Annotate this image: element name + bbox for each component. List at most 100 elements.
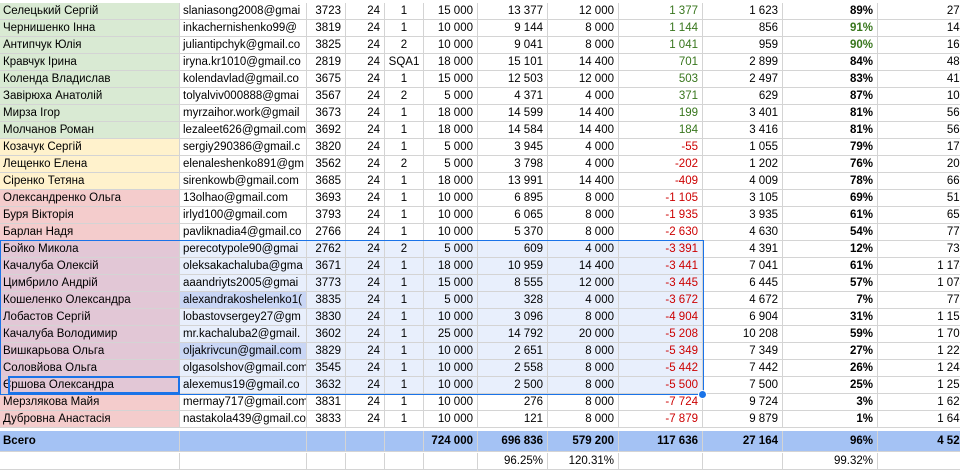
cell-pct[interactable]: 81% (783, 105, 878, 122)
cell-cls[interactable]: 1 (385, 71, 424, 88)
cell-email[interactable]: tolyalviv000888@gmai (180, 88, 307, 105)
cell-id[interactable]: 3602 (307, 326, 346, 343)
cell-email[interactable]: sergiy290386@gmail.c (180, 139, 307, 156)
cell-name[interactable]: Буря Вікторія (0, 207, 180, 224)
cell-cls[interactable]: 1 (385, 3, 424, 20)
cell-n24[interactable]: 24 (346, 20, 385, 37)
cell-plan[interactable]: 18 000 (424, 54, 478, 71)
cell-v12[interactable]: 8 000 (548, 37, 619, 54)
cell-fact[interactable]: 9 144 (478, 20, 548, 37)
cell-v12[interactable]: 8 000 (548, 224, 619, 241)
cell-diff[interactable]: -3 672 (619, 292, 703, 309)
cell-e[interactable]: 4 391 (703, 241, 783, 258)
cell-fact[interactable]: 14 599 (478, 105, 548, 122)
cell-diff[interactable]: -3 391 (619, 241, 703, 258)
total-e[interactable]: 27 164 (703, 431, 783, 452)
cell-pct[interactable]: 84% (783, 54, 878, 71)
cell-cls[interactable]: 1 (385, 377, 424, 394)
cell-diff[interactable]: -2 630 (619, 224, 703, 241)
cell-id[interactable]: 3819 (307, 20, 346, 37)
cell-v12[interactable]: 14 400 (548, 105, 619, 122)
cell-n24[interactable]: 24 (346, 377, 385, 394)
percent-e[interactable] (703, 453, 783, 470)
total-fact[interactable]: 696 836 (478, 431, 548, 452)
cell-last[interactable]: 1 250 (878, 377, 960, 394)
cell-pct[interactable]: 87% (783, 88, 878, 105)
cell-e[interactable]: 4 009 (703, 173, 783, 190)
cell-last[interactable]: 1 240 (878, 360, 960, 377)
cell-email[interactable]: olgasolshov@gmail.com (180, 360, 307, 377)
cell-fact[interactable]: 328 (478, 292, 548, 309)
cell-plan[interactable]: 15 000 (424, 275, 478, 292)
cell-last[interactable]: 271 (878, 3, 960, 20)
cell-id[interactable]: 3773 (307, 275, 346, 292)
total-plan[interactable]: 724 000 (424, 431, 478, 452)
cell-v12[interactable]: 4 000 (548, 292, 619, 309)
cell-fact[interactable]: 2 651 (478, 343, 548, 360)
cell-pct[interactable]: 1% (783, 411, 878, 428)
cell-last[interactable]: 176 (878, 139, 960, 156)
cell-e[interactable]: 9 724 (703, 394, 783, 411)
cell-fact[interactable]: 121 (478, 411, 548, 428)
cell-name[interactable]: Чернишенко Інна (0, 20, 180, 37)
cell-n24[interactable]: 24 (346, 275, 385, 292)
cell-fact[interactable]: 6 895 (478, 190, 548, 207)
cell-diff[interactable]: -3 441 (619, 258, 703, 275)
cell-v12[interactable]: 14 400 (548, 258, 619, 275)
cell-fact[interactable]: 15 101 (478, 54, 548, 71)
total-email[interactable] (180, 431, 307, 452)
cell-n24[interactable]: 24 (346, 292, 385, 309)
cell-email[interactable]: aaandriyts2005@gmai (180, 275, 307, 292)
cell-e[interactable]: 3 401 (703, 105, 783, 122)
cell-email[interactable]: slaniasong2008@gmai (180, 3, 307, 20)
cell-name[interactable]: Єршова Олександра (0, 377, 180, 394)
cell-cls[interactable]: 2 (385, 156, 424, 173)
cell-e[interactable]: 4 630 (703, 224, 783, 241)
cell-name[interactable]: Барлан Надя (0, 224, 180, 241)
cell-email[interactable]: iryna.kr1010@gmail.co (180, 54, 307, 71)
cell-n24[interactable]: 24 (346, 88, 385, 105)
cell-n24[interactable]: 24 (346, 156, 385, 173)
cell-e[interactable]: 7 349 (703, 343, 783, 360)
cell-name[interactable]: Качалуба Володимир (0, 326, 180, 343)
cell-last[interactable]: 160 (878, 37, 960, 54)
cell-cls[interactable]: 1 (385, 122, 424, 139)
cell-last[interactable]: 1 621 (878, 394, 960, 411)
cell-e[interactable]: 1 055 (703, 139, 783, 156)
cell-diff[interactable]: -409 (619, 173, 703, 190)
cell-id[interactable]: 3692 (307, 122, 346, 139)
cell-name[interactable]: Качалуба Олексій (0, 258, 180, 275)
cell-name[interactable]: Мерзлякова Майя (0, 394, 180, 411)
cell-cls[interactable]: 1 (385, 309, 424, 326)
cell-pct[interactable]: 54% (783, 224, 878, 241)
cell-n24[interactable]: 24 (346, 411, 385, 428)
cell-id[interactable]: 3567 (307, 88, 346, 105)
total-n24[interactable] (346, 431, 385, 452)
cell-email[interactable]: kolendavlad@gmail.co (180, 71, 307, 88)
cell-plan[interactable]: 5 000 (424, 156, 478, 173)
cell-plan[interactable]: 10 000 (424, 309, 478, 326)
cell-diff[interactable]: 184 (619, 122, 703, 139)
cell-plan[interactable]: 10 000 (424, 411, 478, 428)
cell-id[interactable]: 3830 (307, 309, 346, 326)
cell-pct[interactable]: 89% (783, 3, 878, 20)
total-last[interactable]: 4 527 (878, 431, 960, 452)
cell-pct[interactable]: 78% (783, 173, 878, 190)
cell-e[interactable]: 7 500 (703, 377, 783, 394)
cell-fact[interactable]: 8 555 (478, 275, 548, 292)
cell-n24[interactable]: 24 (346, 122, 385, 139)
cell-id[interactable]: 3793 (307, 207, 346, 224)
cell-n24[interactable]: 24 (346, 54, 385, 71)
cell-pct[interactable]: 83% (783, 71, 878, 88)
cell-name[interactable]: Бойко Микола (0, 241, 180, 258)
cell-pct[interactable]: 25% (783, 377, 878, 394)
cell-pct[interactable]: 76% (783, 156, 878, 173)
cell-v12[interactable]: 14 400 (548, 54, 619, 71)
cell-id[interactable]: 3685 (307, 173, 346, 190)
cell-diff[interactable]: 503 (619, 71, 703, 88)
cell-plan[interactable]: 18 000 (424, 258, 478, 275)
cell-n24[interactable]: 24 (346, 309, 385, 326)
cell-v12[interactable]: 12 000 (548, 3, 619, 20)
cell-name[interactable]: Лобастов Сергій (0, 309, 180, 326)
cell-diff[interactable]: 371 (619, 88, 703, 105)
